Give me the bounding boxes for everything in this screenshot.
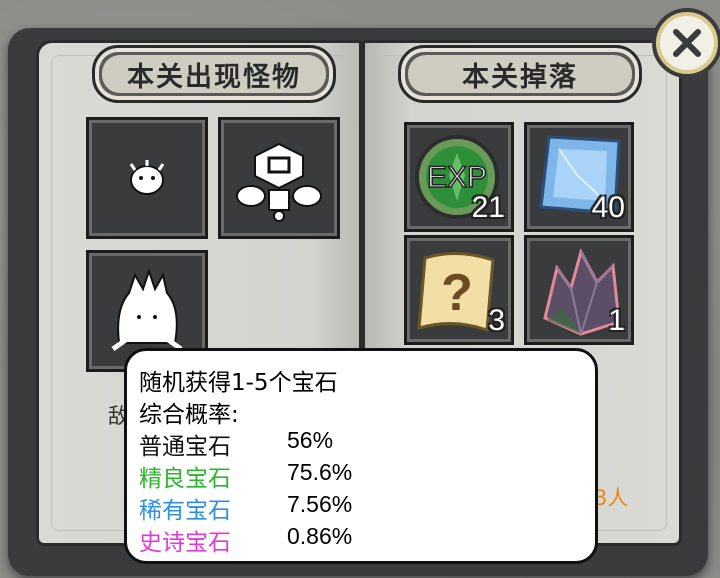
gem-probability-tooltip: 随机获得1-5个宝石 综合概率: 普通宝石 56% 精良宝石 75.6% 稀有宝… — [124, 348, 598, 564]
drop-slot-blue-gem[interactable]: 40 — [524, 122, 634, 232]
gem-value-rare: 7.56% — [287, 491, 353, 517]
tooltip-subtitle: 综合概率: — [139, 402, 239, 428]
gem-label-common: 普通宝石 — [139, 434, 231, 460]
drop-slot-crystal[interactable]: 1 — [524, 235, 634, 345]
drop-count: 1 — [608, 304, 625, 337]
right-partial-text: 3人 — [594, 486, 629, 510]
puffball-monster-icon — [129, 160, 165, 195]
drop-count: 40 — [591, 191, 625, 224]
drop-count: 3 — [488, 304, 505, 337]
drops-title: 本关掉落 — [462, 61, 578, 93]
robot-monster-icon — [236, 142, 322, 222]
gem-value-epic: 0.86% — [287, 523, 353, 549]
gem-label-epic: 史诗宝石 — [139, 530, 231, 556]
gem-label-rare: 稀有宝石 — [139, 498, 231, 524]
monster-slot-1[interactable] — [86, 117, 208, 239]
monsters-banner: 本关出现怪物 — [92, 45, 336, 103]
drops-banner: 本关掉落 — [398, 45, 642, 103]
drop-slot-scroll[interactable]: ? 3 — [404, 235, 514, 345]
close-icon — [673, 29, 701, 57]
gem-label-fine: 精良宝石 — [139, 466, 231, 492]
drop-count: 21 — [471, 191, 505, 224]
gem-value-fine: 75.6% — [287, 459, 353, 485]
drop-slot-exp[interactable]: EXP 21 — [404, 122, 514, 232]
svg-text:EXP: EXP — [427, 161, 487, 194]
svg-text:?: ? — [441, 264, 473, 322]
tooltip-title: 随机获得1-5个宝石 — [139, 370, 338, 396]
gem-value-common: 56% — [287, 427, 334, 453]
monster-slot-2[interactable] — [218, 117, 340, 239]
close-button[interactable] — [652, 8, 720, 78]
monsters-title: 本关出现怪物 — [127, 61, 301, 93]
